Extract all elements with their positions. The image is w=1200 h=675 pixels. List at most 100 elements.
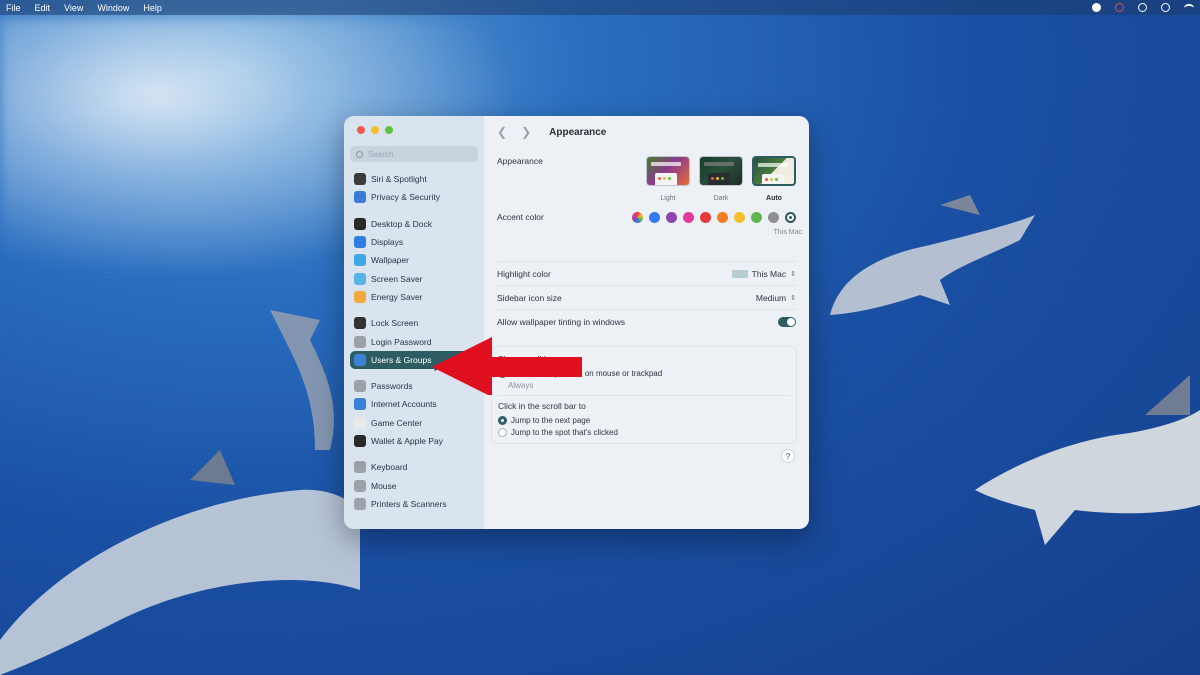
click-next-page-option[interactable]: Jump to the next page xyxy=(498,414,790,427)
dock-icon xyxy=(354,217,366,230)
sidebar-item-displays[interactable]: Displays xyxy=(350,233,478,251)
system-settings-window: Siri & Spotlight Privacy & Security Deskto… xyxy=(344,116,809,529)
auto-label: Auto xyxy=(766,195,782,202)
sidebar-icon-size-popup[interactable]: Medium ⇕ xyxy=(756,293,796,303)
play-icon[interactable] xyxy=(1138,3,1147,12)
accent-swatch[interactable] xyxy=(768,212,779,223)
accent-swatch-list xyxy=(632,212,796,223)
siri-icon xyxy=(354,173,366,186)
dark-thumbnail[interactable] xyxy=(699,156,743,186)
minimize-button[interactable] xyxy=(371,126,379,134)
sidebar-item-label: Wallpaper xyxy=(371,255,409,266)
appearance-light-option[interactable]: Light xyxy=(646,156,690,202)
flower-icon xyxy=(354,254,366,267)
auto-thumbnail[interactable] xyxy=(752,156,796,186)
sidebar-group: Keyboard Mouse Printers & Scanners xyxy=(350,458,478,513)
wallpaper-tinting-toggle[interactable] xyxy=(778,317,796,327)
appearance-options: Light Dark Auto xyxy=(646,156,796,202)
search-field[interactable] xyxy=(350,146,478,162)
sidebar-item-lock-screen[interactable]: Lock Screen xyxy=(350,314,478,332)
sidebar-item-energy-saver[interactable]: Energy Saver xyxy=(350,288,478,306)
highlight-color-row: Highlight color This Mac ⇕ xyxy=(497,262,796,286)
sidebar-item-label: Internet Accounts xyxy=(371,399,437,410)
accent-swatch[interactable] xyxy=(751,212,762,223)
at-icon xyxy=(354,398,366,411)
help-button[interactable]: ? xyxy=(781,449,795,463)
menu-window[interactable]: Window xyxy=(97,3,129,13)
zoom-button[interactable] xyxy=(385,126,393,134)
accent-swatch[interactable] xyxy=(785,212,796,223)
accent-swatch[interactable] xyxy=(700,212,711,223)
sidebar-item-keyboard[interactable]: Keyboard xyxy=(350,458,478,476)
dark-label: Dark xyxy=(713,195,729,202)
accent-color-label: Accent color xyxy=(497,212,544,222)
appearance-dark-option[interactable]: Dark xyxy=(699,156,743,202)
sidebar-item-desktop-and-dock[interactable]: Desktop & Dock xyxy=(350,215,478,233)
page-title: Appearance xyxy=(549,126,607,138)
accent-swatch[interactable] xyxy=(683,212,694,223)
keyboard-icon xyxy=(354,461,366,474)
accent-swatch[interactable] xyxy=(632,212,643,223)
mouse-icon xyxy=(354,479,366,492)
sidebar-item-label: Energy Saver xyxy=(371,291,423,302)
wallpaper-tinting-row: Allow wallpaper tinting in windows xyxy=(497,310,796,334)
highlight-color-popup[interactable]: This Mac ⇕ xyxy=(731,269,796,279)
sidebar-item-game-center[interactable]: Game Center xyxy=(350,414,478,432)
light-thumbnail[interactable] xyxy=(646,156,690,186)
accent-swatch[interactable] xyxy=(734,212,745,223)
back-chevron-icon[interactable]: ❮ xyxy=(497,125,507,139)
lock-icon xyxy=(354,317,366,330)
menu-help[interactable]: Help xyxy=(143,3,162,13)
game-center-icon xyxy=(354,416,366,429)
sidebar-item-label: Desktop & Dock xyxy=(371,218,432,229)
toolbar: ❮ ❯ Appearance xyxy=(497,116,796,148)
sidebar-item-wallpaper[interactable]: Wallpaper xyxy=(350,251,478,269)
sidebar-item-label: Login Password xyxy=(371,336,432,347)
wallpaper-dolphin xyxy=(975,375,1200,545)
app-status-icon[interactable] xyxy=(1115,3,1124,12)
sidebar-item-label: Wallet & Apple Pay xyxy=(371,436,443,446)
click-scroll-bar-title: Click in the scroll bar to xyxy=(498,401,586,411)
search-input[interactable] xyxy=(368,149,468,159)
sidebar-item-wallet-and-apple-pay[interactable]: Wallet & Apple Pay xyxy=(350,432,478,450)
light-label: Light xyxy=(660,195,676,202)
wallpaper-dolphin xyxy=(270,310,334,450)
main-pane: ❮ ❯ Appearance Appearance Light Dark Aut… xyxy=(484,116,809,529)
click-spot-option[interactable]: Jump to the spot that's clicked xyxy=(498,427,790,440)
sidebar-group: Siri & Spotlight Privacy & Security xyxy=(350,170,478,207)
sidebar-item-siri-and-spotlight[interactable]: Siri & Spotlight xyxy=(350,170,478,188)
sidebar-item-printers-and-scanners[interactable]: Printers & Scanners xyxy=(350,495,478,513)
sidebar-item-privacy-and-security[interactable]: Privacy & Security xyxy=(350,188,478,206)
sidebar-item-label: Keyboard xyxy=(371,462,408,473)
appearance-auto-option[interactable]: Auto xyxy=(752,156,796,202)
radio-unselected-icon[interactable] xyxy=(498,428,507,438)
sun-icon xyxy=(354,236,366,249)
menu-file[interactable]: File xyxy=(6,3,21,13)
menu-view[interactable]: View xyxy=(64,3,83,13)
click-spot-label: Jump to the spot that's clicked xyxy=(511,428,618,438)
popup-chevron-icon: ⇕ xyxy=(790,270,796,278)
close-button[interactable] xyxy=(357,126,365,134)
radio-selected-icon[interactable] xyxy=(498,415,507,425)
wifi-icon[interactable] xyxy=(1184,3,1194,12)
sidebar-item-label: Game Center xyxy=(371,417,423,428)
key-icon xyxy=(354,335,366,348)
accent-swatch[interactable] xyxy=(717,212,728,223)
accent-swatches: This Mac xyxy=(632,210,802,236)
sidebar-group: Desktop & Dock Displays Wallpaper Screen Sa… xyxy=(350,215,478,306)
click-next-page-label: Jump to the next page xyxy=(511,415,591,425)
wallpaper-dolphin xyxy=(0,450,360,675)
sidebar-item-mouse[interactable]: Mouse xyxy=(350,476,478,494)
record-icon[interactable] xyxy=(1092,3,1101,12)
forward-chevron-icon[interactable]: ❯ xyxy=(521,125,531,139)
sidebar-item-label: Privacy & Security xyxy=(371,192,440,203)
passwords-icon xyxy=(354,380,366,393)
accent-swatch[interactable] xyxy=(666,212,677,223)
popup-chevron-icon: ⇕ xyxy=(790,294,796,302)
sidebar-item-screen-saver[interactable]: Screen Saver xyxy=(350,269,478,287)
sidebar-item-label: Passwords xyxy=(371,381,413,392)
info-icon[interactable] xyxy=(1161,3,1170,12)
sidebar-item-internet-accounts[interactable]: Internet Accounts xyxy=(350,395,478,413)
accent-swatch[interactable] xyxy=(649,212,660,223)
menu-edit[interactable]: Edit xyxy=(35,3,51,13)
